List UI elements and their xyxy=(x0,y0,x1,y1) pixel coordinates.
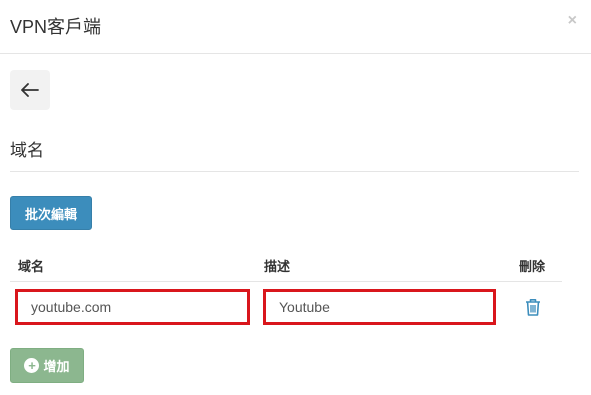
arrow-left-icon xyxy=(21,83,39,97)
column-header-delete: 刪除 xyxy=(519,259,546,274)
table-header-divider xyxy=(10,281,562,282)
domain-input[interactable] xyxy=(15,289,250,325)
add-button[interactable]: + 增加 xyxy=(10,348,84,383)
section-divider xyxy=(10,171,579,172)
description-input[interactable] xyxy=(263,289,496,325)
modal-title: VPN客戶端 xyxy=(10,17,102,37)
trash-icon[interactable] xyxy=(524,297,542,317)
close-icon[interactable]: × xyxy=(568,12,577,30)
batch-edit-button[interactable]: 批次編輯 xyxy=(10,196,92,230)
plus-circle-icon: + xyxy=(24,358,40,373)
add-button-label: 增加 xyxy=(43,359,70,374)
column-header-domain: 域名 xyxy=(18,259,45,274)
modal-header: VPN客戶端 × xyxy=(0,0,591,54)
back-button[interactable] xyxy=(10,70,50,110)
column-header-description: 描述 xyxy=(264,259,291,274)
section-title: 域名 xyxy=(10,141,44,160)
